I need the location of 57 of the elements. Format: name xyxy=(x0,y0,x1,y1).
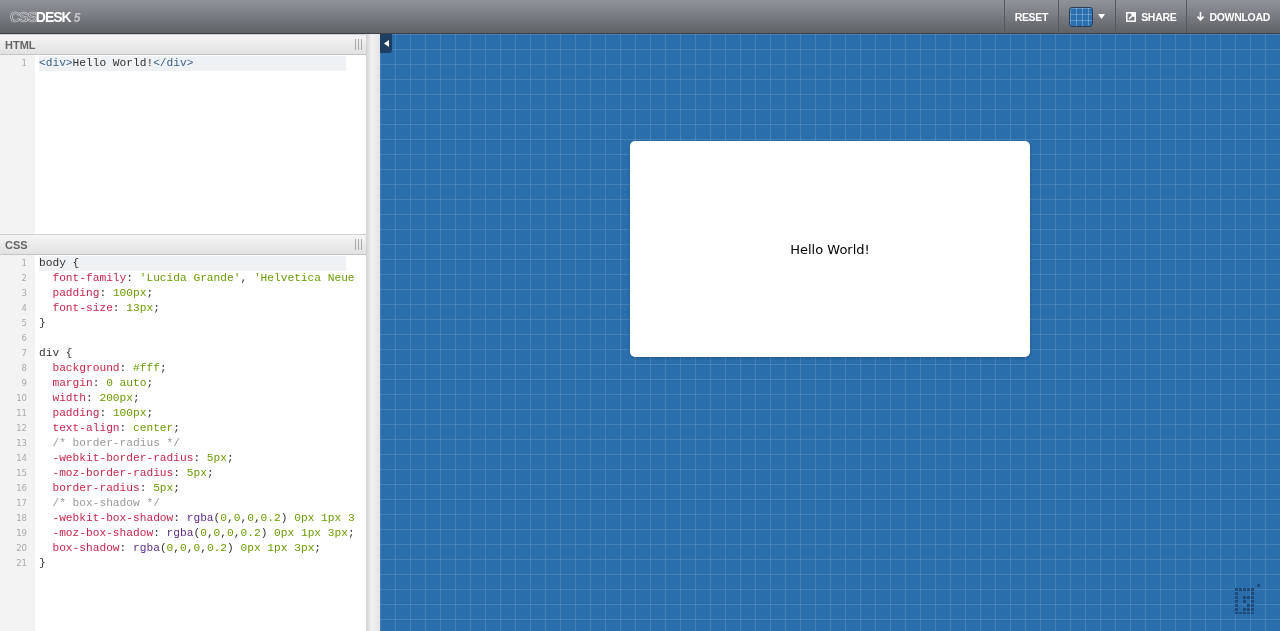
line-number: 12 xyxy=(15,422,28,435)
code-line: border-radius: 5px; xyxy=(51,481,182,496)
grid-swatch-icon xyxy=(1069,6,1094,27)
code-line: background: #fff; xyxy=(51,361,168,376)
share-button[interactable]: SHARE xyxy=(1115,0,1187,33)
line-number: 4 xyxy=(20,302,28,315)
code-line: /* border-radius */ xyxy=(51,436,181,451)
reset-button[interactable]: RESET xyxy=(1003,0,1059,33)
resize-grip-icon[interactable] xyxy=(355,239,362,250)
triangle-left-icon xyxy=(383,40,389,47)
line-number: 5 xyxy=(20,317,28,330)
line-number: 8 xyxy=(20,362,28,375)
line-number: 14 xyxy=(15,452,28,465)
line-number: 3 xyxy=(20,287,28,300)
caret-icon xyxy=(1098,14,1106,19)
code-line: /* box-shadow */ xyxy=(51,496,161,511)
line-number: 19 xyxy=(15,527,28,540)
line-number: 1 xyxy=(20,257,28,270)
resize-grip-icon[interactable] xyxy=(355,39,362,50)
code-line: -webkit-border-radius: 5px; xyxy=(51,451,235,466)
line-number: 11 xyxy=(15,407,28,420)
line-number: 13 xyxy=(15,437,28,450)
pixel-logo-icon xyxy=(1235,584,1260,614)
code-line: padding: 100px; xyxy=(51,286,155,301)
code-line: margin: 0 auto; xyxy=(51,376,155,391)
line-number: 17 xyxy=(15,497,28,510)
line-number: 16 xyxy=(15,482,28,495)
preview-text: Hello World! xyxy=(790,241,870,257)
code-line: text-align: center; xyxy=(51,421,182,436)
panel-title: CSS xyxy=(5,238,28,251)
collapse-toggle[interactable] xyxy=(380,34,392,53)
code-line: } xyxy=(39,556,47,571)
code-line: font-family: 'Lucida Grande', 'Helvetica Neue xyxy=(51,271,355,286)
line-number: 9 xyxy=(20,377,28,390)
line-number: 7 xyxy=(20,347,28,360)
line-number: 6 xyxy=(20,332,28,345)
code-line: -webkit-box-shadow: rgba(0,0,0,0.2) 0px 1px 3 xyxy=(51,511,355,526)
code-line: box-shadow: rgba(0,0,0,0.2) 0px 1px 3px; xyxy=(51,541,323,556)
code-line: -moz-border-radius: 5px; xyxy=(51,466,215,481)
line-number: 10 xyxy=(15,392,28,405)
line-number: 21 xyxy=(15,557,28,570)
download-icon xyxy=(1197,11,1205,22)
code-line: font-size: 13px; xyxy=(51,301,161,316)
line-number: 1 xyxy=(20,57,28,70)
code-line: } xyxy=(39,316,47,331)
line-number: 18 xyxy=(15,512,28,525)
download-button[interactable]: DOWNLOAD xyxy=(1186,0,1280,33)
line-number: 2 xyxy=(20,272,28,285)
code-line: div { xyxy=(39,346,74,361)
code-line: width: 200px; xyxy=(51,391,141,406)
line-number: 15 xyxy=(15,467,28,480)
share-icon xyxy=(1126,11,1137,22)
line-number: 20 xyxy=(15,542,28,555)
app-logo: CSSDESK 5 xyxy=(9,8,80,25)
code-line: padding: 100px; xyxy=(51,406,155,421)
panel-title: HTML xyxy=(5,38,36,51)
code-line: -moz-box-shadow: rgba(0,0,0,0.2) 0px 1px 3px; xyxy=(51,526,355,541)
